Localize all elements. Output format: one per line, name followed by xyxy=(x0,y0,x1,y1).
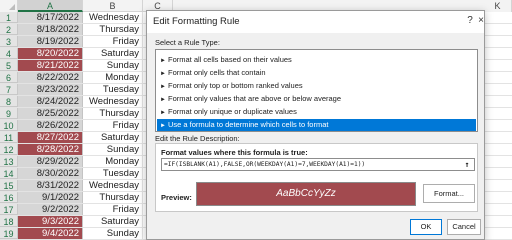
date-cell[interactable]: 9/1/2022 xyxy=(18,192,83,203)
date-cell[interactable]: 8/30/2022 xyxy=(18,168,83,179)
weekday-cell[interactable]: Sunday xyxy=(83,144,143,155)
row-number[interactable]: 10 xyxy=(0,120,18,131)
row-number[interactable]: 7 xyxy=(0,84,18,95)
rule-type-item[interactable]: ► Format only top or bottom ranked values xyxy=(157,80,476,92)
dialog-titlebar[interactable]: Edit Formatting Rule ? × xyxy=(147,11,484,33)
row-number[interactable]: 19 xyxy=(0,228,18,239)
weekday-cell[interactable]: Saturday xyxy=(83,48,143,59)
rule-description-label: Edit the Rule Description: xyxy=(155,134,240,143)
weekday-cell[interactable]: Wednesday xyxy=(83,12,143,23)
rule-type-label-text: Format only cells that contain xyxy=(168,68,266,77)
rule-type-label-text: Use a formula to determine which cells t… xyxy=(168,120,329,129)
date-cell[interactable]: 8/22/2022 xyxy=(18,72,83,83)
date-cell[interactable]: 8/19/2022 xyxy=(18,36,83,47)
weekday-cell[interactable]: Tuesday xyxy=(83,168,143,179)
rule-type-item[interactable]: ► Format all cells based on their values xyxy=(157,54,476,66)
date-cell[interactable]: 8/29/2022 xyxy=(18,156,83,167)
rule-type-item-selected[interactable]: ► Use a formula to determine which cells … xyxy=(157,119,476,131)
row-number[interactable]: 5 xyxy=(0,60,18,71)
collapse-dialog-icon[interactable]: ↑ xyxy=(462,160,472,169)
row-number[interactable]: 3 xyxy=(0,36,18,47)
rule-type-label-text: Format only top or bottom ranked values xyxy=(168,81,303,90)
row-number[interactable]: 8 xyxy=(0,96,18,107)
ok-button[interactable]: OK xyxy=(410,219,442,235)
row-number[interactable]: 16 xyxy=(0,192,18,203)
row-number[interactable]: 1 xyxy=(0,12,18,23)
weekday-cell[interactable]: Friday xyxy=(83,204,143,215)
column-header-b[interactable]: B xyxy=(83,0,143,12)
arrow-right-icon: ► xyxy=(160,123,166,129)
date-cell[interactable]: 8/17/2022 xyxy=(18,12,83,23)
weekday-cell[interactable]: Saturday xyxy=(83,216,143,227)
row-number[interactable]: 11 xyxy=(0,132,18,143)
row-number[interactable]: 6 xyxy=(0,72,18,83)
date-cell[interactable]: 9/4/2022 xyxy=(18,228,83,239)
select-all-icon xyxy=(9,4,15,10)
weekday-cell[interactable]: Sunday xyxy=(83,60,143,71)
row-number[interactable]: 18 xyxy=(0,216,18,227)
date-cell[interactable]: 8/27/2022 xyxy=(18,132,83,143)
weekday-cell[interactable]: Monday xyxy=(83,72,143,83)
column-header-k[interactable]: K xyxy=(484,0,512,12)
rule-type-item[interactable]: ► Format only values that are above or be… xyxy=(157,93,476,105)
arrow-right-icon: ► xyxy=(160,71,166,77)
weekday-cell[interactable]: Wednesday xyxy=(83,180,143,191)
rule-type-label-text: Format only unique or duplicate values xyxy=(168,107,297,116)
rule-type-label-text: Format only values that are above or bel… xyxy=(168,94,342,103)
preview-label: Preview: xyxy=(161,193,192,202)
date-cell[interactable]: 8/18/2022 xyxy=(18,24,83,35)
date-cell[interactable]: 8/23/2022 xyxy=(18,84,83,95)
date-cell[interactable]: 9/2/2022 xyxy=(18,204,83,215)
edit-formatting-rule-dialog: Edit Formatting Rule ? × Select a Rule T… xyxy=(146,10,485,240)
weekday-cell[interactable]: Monday xyxy=(83,156,143,167)
rule-type-label: Select a Rule Type: xyxy=(155,38,220,47)
weekday-cell[interactable]: Friday xyxy=(83,36,143,47)
arrow-right-icon: ► xyxy=(160,110,166,116)
arrow-right-icon: ► xyxy=(160,97,166,103)
select-all-corner[interactable] xyxy=(0,0,18,12)
close-icon[interactable]: × xyxy=(474,15,488,26)
weekday-cell[interactable]: Friday xyxy=(83,120,143,131)
date-cell[interactable]: 8/31/2022 xyxy=(18,180,83,191)
format-preview: AaBbCcYyZz xyxy=(196,182,416,206)
date-cell[interactable]: 8/26/2022 xyxy=(18,120,83,131)
weekday-cell[interactable]: Tuesday xyxy=(83,84,143,95)
date-cell[interactable]: 8/25/2022 xyxy=(18,108,83,119)
date-cell[interactable]: 8/20/2022 xyxy=(18,48,83,59)
formula-text: =IF(ISBLANK(A1),FALSE,OR(WEEKDAY(A1)=7,W… xyxy=(164,161,366,168)
row-number[interactable]: 13 xyxy=(0,156,18,167)
weekday-cell[interactable]: Saturday xyxy=(83,132,143,143)
date-cell[interactable]: 9/3/2022 xyxy=(18,216,83,227)
date-cell[interactable]: 8/21/2022 xyxy=(18,60,83,71)
rule-description-panel: Format values where this formula is true… xyxy=(155,143,478,212)
rule-type-list: ► Format all cells based on their values … xyxy=(155,49,478,132)
rule-type-item[interactable]: ► Format only unique or duplicate values xyxy=(157,106,476,118)
row-number[interactable]: 9 xyxy=(0,108,18,119)
row-number[interactable]: 17 xyxy=(0,204,18,215)
weekday-cell[interactable]: Thursday xyxy=(83,108,143,119)
rule-type-item[interactable]: ► Format only cells that contain xyxy=(157,67,476,79)
row-number[interactable]: 14 xyxy=(0,168,18,179)
row-number[interactable]: 15 xyxy=(0,180,18,191)
weekday-cell[interactable]: Sunday xyxy=(83,228,143,239)
cancel-button[interactable]: Cancel xyxy=(447,219,481,235)
date-cell[interactable]: 8/28/2022 xyxy=(18,144,83,155)
weekday-cell[interactable]: Wednesday xyxy=(83,96,143,107)
column-header-a[interactable]: A xyxy=(18,0,83,12)
rule-type-label-text: Format all cells based on their values xyxy=(168,55,292,64)
formula-input[interactable]: =IF(ISBLANK(A1),FALSE,OR(WEEKDAY(A1)=7,W… xyxy=(161,158,475,171)
row-number[interactable]: 2 xyxy=(0,24,18,35)
arrow-right-icon: ► xyxy=(160,84,166,90)
date-cell[interactable]: 8/24/2022 xyxy=(18,96,83,107)
row-number[interactable]: 4 xyxy=(0,48,18,59)
formula-label: Format values where this formula is true… xyxy=(161,148,308,157)
format-button[interactable]: Format... xyxy=(423,184,475,203)
row-number[interactable]: 12 xyxy=(0,144,18,155)
arrow-right-icon: ► xyxy=(160,58,166,64)
weekday-cell[interactable]: Thursday xyxy=(83,24,143,35)
dialog-title: Edit Formatting Rule xyxy=(153,16,240,27)
weekday-cell[interactable]: Thursday xyxy=(83,192,143,203)
